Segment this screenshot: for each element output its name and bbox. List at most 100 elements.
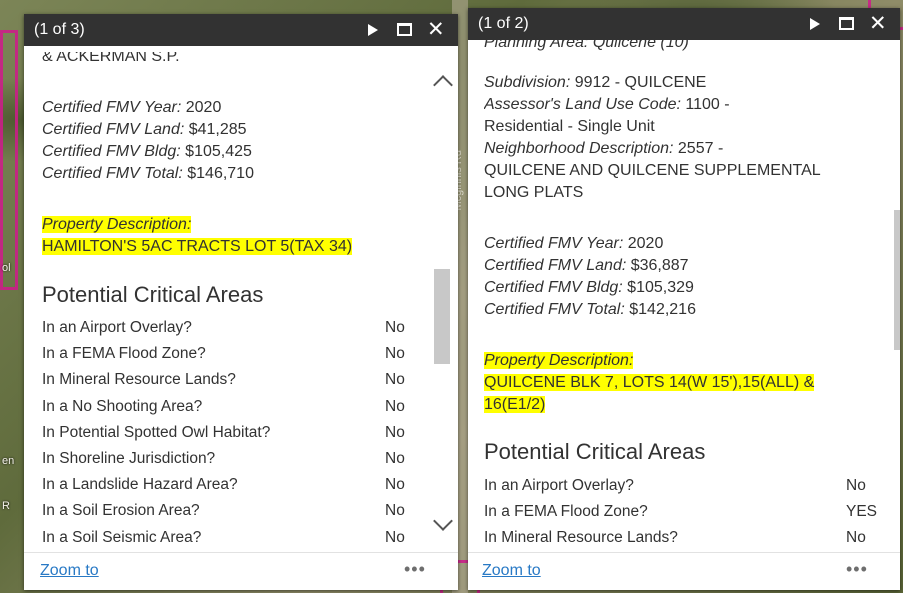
critical-area-answer: No xyxy=(385,371,405,389)
owner-name-tail: & ACKERMAN S.P. xyxy=(42,48,180,65)
critical-area-answer: No xyxy=(385,450,405,467)
scrollbar[interactable] xyxy=(433,64,453,554)
property-description-label: Property Description: xyxy=(42,216,192,233)
critical-area-question: In Mineral Resource Lands? xyxy=(42,371,236,389)
fmv-bldg-label: Certified FMV Bldg: xyxy=(42,143,181,160)
subdivision-value: 9912 - QUILCENE xyxy=(570,74,707,91)
critical-area-answer: No xyxy=(385,526,405,550)
neighborhood-cont: QUILCENE AND QUILCENE SUPPLEMENTAL xyxy=(484,162,821,179)
critical-area-answer: No xyxy=(385,476,405,494)
fmv-total-value: $142,216 xyxy=(624,301,696,318)
scrollbar-thumb[interactable] xyxy=(434,269,450,364)
popup-footer: Zoom to ••• xyxy=(24,552,458,590)
fmv-land-label: Certified FMV Land: xyxy=(484,257,627,274)
map-label-fragment: R xyxy=(2,500,10,512)
next-feature-button[interactable] xyxy=(362,19,384,41)
planning-area: Planning Area: Quilcene (10) xyxy=(484,40,689,51)
fmv-year-label: Certified FMV Year: xyxy=(484,235,624,252)
fmv-total: Certified FMV Total: $142,216 xyxy=(484,299,696,321)
close-icon: ✕ xyxy=(427,18,445,41)
play-icon xyxy=(368,24,378,36)
dock-button[interactable] xyxy=(394,19,416,41)
fmv-land: Certified FMV Land: $41,285 xyxy=(42,119,247,141)
critical-areas-title: Potential Critical Areas xyxy=(484,439,706,464)
critical-area-answer: No xyxy=(385,423,405,441)
close-icon: ✕ xyxy=(869,12,887,35)
fmv-bldg: Certified FMV Bldg: $105,329 xyxy=(484,277,694,299)
critical-areas-title: Potential Critical Areas xyxy=(42,282,264,307)
fmv-total-label: Certified FMV Total: xyxy=(484,301,625,318)
subdivision: Subdivision: 9912 - QUILCENE xyxy=(484,72,706,94)
critical-area-question: In a FEMA Flood Zone? xyxy=(42,345,206,363)
fmv-bldg-value: $105,425 xyxy=(180,143,252,160)
parcel-outline xyxy=(0,30,18,290)
scrollbar[interactable] xyxy=(894,40,900,552)
fmv-total-label: Certified FMV Total: xyxy=(42,165,183,182)
more-actions-icon[interactable]: ••• xyxy=(846,559,868,580)
close-button[interactable]: ✕ xyxy=(426,19,448,41)
popup-footer: Zoom to ••• xyxy=(468,552,900,590)
land-use-code: Assessor's Land Use Code: 1100 - xyxy=(484,94,730,116)
property-description-label: Property Description: xyxy=(484,352,634,369)
critical-area-answer: No xyxy=(385,502,405,520)
feature-count: (1 of 3) xyxy=(34,21,85,38)
scroll-up-icon[interactable] xyxy=(433,75,453,95)
popup-header: (1 of 3) ✕ xyxy=(24,14,458,46)
map-label-fragment: ol xyxy=(2,262,11,274)
land-use-label: Assessor's Land Use Code: xyxy=(484,96,681,113)
critical-area-question: In a Soil Seismic Area? xyxy=(42,528,202,546)
critical-area-question: In an Airport Overlay? xyxy=(484,477,634,494)
fmv-year-value: 2020 xyxy=(181,99,222,116)
feature-popup-1: (1 of 3) ✕ & ACKERMAN S.P. Certified FMV… xyxy=(24,14,458,590)
scroll-down-icon[interactable] xyxy=(433,511,453,531)
feature-count: (1 of 2) xyxy=(478,15,529,32)
next-feature-button[interactable] xyxy=(804,13,826,35)
critical-area-question: In a No Shooting Area? xyxy=(42,397,203,415)
popup-content: & ACKERMAN S.P. Certified FMV Year: 2020… xyxy=(42,46,430,552)
subdivision-label: Subdivision: xyxy=(484,74,571,91)
fmv-bldg: Certified FMV Bldg: $105,425 xyxy=(42,141,252,163)
neighborhood-value: 2557 - xyxy=(673,140,724,157)
property-description-value: HAMILTON'S 5AC TRACTS LOT 5(TAX 34) xyxy=(42,238,353,255)
play-icon xyxy=(810,18,820,30)
neighborhood-label: Neighborhood Description: xyxy=(484,140,674,157)
dock-button[interactable] xyxy=(836,13,858,35)
feature-popup-2: (1 of 2) ✕ Planning Area: Quilcene (10) … xyxy=(468,8,900,590)
fmv-land: Certified FMV Land: $36,887 xyxy=(484,255,689,277)
critical-area-question: In a Soil Erosion Area? xyxy=(42,502,200,520)
critical-area-question: In an Airport Overlay? xyxy=(42,319,192,336)
fmv-year: Certified FMV Year: 2020 xyxy=(42,97,221,119)
neighborhood: Neighborhood Description: 2557 - xyxy=(484,138,723,160)
property-description-value-cont: 16(E1/2) xyxy=(484,396,546,413)
fmv-bldg-value: $105,329 xyxy=(622,279,694,296)
popup-content: Planning Area: Quilcene (10) Subdivision… xyxy=(484,40,878,552)
property-description-value: QUILCENE BLK 7, LOTS 14(W 15'),15(ALL) & xyxy=(484,374,815,391)
fmv-land-label: Certified FMV Land: xyxy=(42,121,185,138)
critical-area-answer: No xyxy=(846,477,866,494)
critical-area-answer: No xyxy=(385,345,405,363)
land-use-value: 1100 - xyxy=(680,96,730,113)
zoom-to-link[interactable]: Zoom to xyxy=(40,562,99,580)
critical-area-question: In Mineral Resource Lands? xyxy=(484,529,678,546)
critical-area-answer: YES xyxy=(846,503,878,520)
more-actions-icon[interactable]: ••• xyxy=(404,559,426,580)
fmv-land-value: $41,285 xyxy=(184,121,247,138)
popup-header: (1 of 2) ✕ xyxy=(468,8,900,40)
critical-area-answer: No xyxy=(385,319,405,336)
scrollbar-thumb[interactable] xyxy=(894,210,900,350)
fmv-land-value: $36,887 xyxy=(626,257,689,274)
critical-area-question: In Shoreline Jurisdiction? xyxy=(42,450,216,467)
critical-area-question: In a FEMA Flood Zone? xyxy=(484,503,648,520)
critical-area-question: In a Landslide Hazard Area? xyxy=(42,476,238,494)
critical-area-question: In Potential Spotted Owl Habitat? xyxy=(42,423,271,441)
critical-area-answer: No xyxy=(846,529,866,546)
zoom-to-link[interactable]: Zoom to xyxy=(482,562,541,580)
maximize-icon xyxy=(397,23,412,36)
fmv-year: Certified FMV Year: 2020 xyxy=(484,233,663,255)
critical-area-answer: No xyxy=(385,397,405,415)
close-button[interactable]: ✕ xyxy=(868,13,890,35)
map-label-fragment: en xyxy=(2,455,15,467)
neighborhood-cont: LONG PLATS xyxy=(484,184,584,201)
fmv-year-label: Certified FMV Year: xyxy=(42,99,182,116)
land-use-cont: Residential - Single Unit xyxy=(484,118,655,135)
